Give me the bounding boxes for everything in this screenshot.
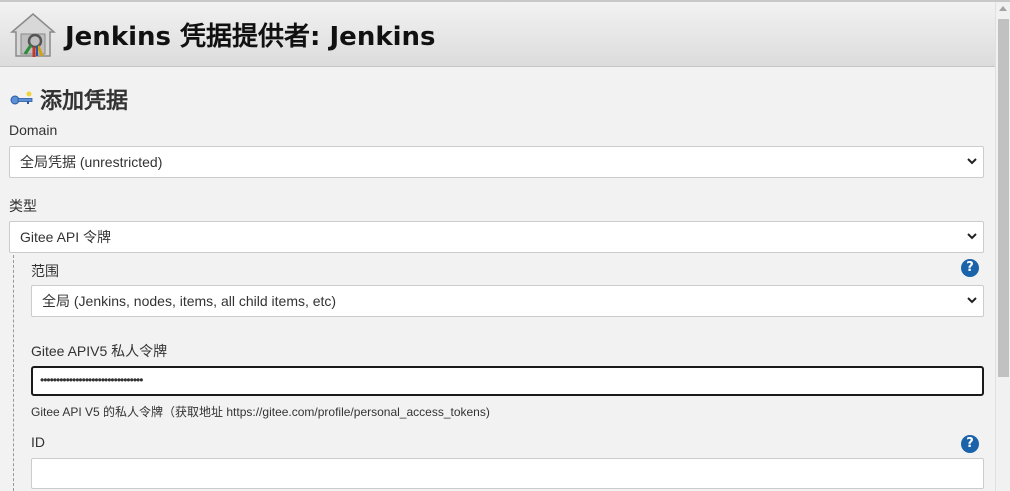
chevron-down-icon	[967, 158, 977, 165]
nested-section-divider	[13, 255, 14, 491]
scope-select-value: 全局 (Jenkins, nodes, items, all child ite…	[42, 293, 337, 309]
domain-select-value: 全局凭据 (unrestricted)	[20, 154, 163, 170]
kind-select-value: Gitee API 令牌	[20, 229, 112, 245]
id-label: ID	[31, 434, 45, 450]
domain-select[interactable]: 全局凭据 (unrestricted)	[9, 146, 984, 178]
token-label: Gitee APIV5 私人令牌	[31, 343, 168, 359]
section-title-text: 添加凭据	[40, 89, 129, 114]
token-masked-value: ••••••••••••••••••••••••••••••••	[40, 373, 143, 387]
section-title: 添加凭据	[10, 84, 128, 114]
id-input[interactable]	[31, 458, 984, 489]
page-title: Jenkins 凭据提供者: Jenkins	[65, 22, 436, 52]
scroll-thumb[interactable]	[998, 19, 1009, 377]
token-hint: Gitee API V5 的私人令牌（获取地址 https://gitee.co…	[31, 405, 490, 419]
chevron-down-icon	[967, 297, 977, 304]
credentials-store-icon	[9, 13, 57, 57]
page-header: Jenkins 凭据提供者: Jenkins	[0, 2, 995, 67]
token-password-input[interactable]: ••••••••••••••••••••••••••••••••	[31, 366, 984, 396]
scope-help-icon[interactable]: ?	[961, 259, 979, 277]
domain-label: Domain	[9, 122, 58, 138]
vertical-scrollbar[interactable]	[995, 2, 1010, 491]
chevron-down-icon	[967, 233, 977, 240]
scope-label: 范围	[31, 263, 59, 279]
kind-label: 类型	[9, 198, 37, 214]
scope-select[interactable]: 全局 (Jenkins, nodes, items, all child ite…	[31, 285, 984, 317]
id-help-icon[interactable]: ?	[961, 435, 979, 453]
scroll-up-arrow-icon[interactable]	[999, 6, 1007, 11]
kind-select[interactable]: Gitee API 令牌	[9, 221, 984, 253]
key-icon	[10, 91, 33, 105]
